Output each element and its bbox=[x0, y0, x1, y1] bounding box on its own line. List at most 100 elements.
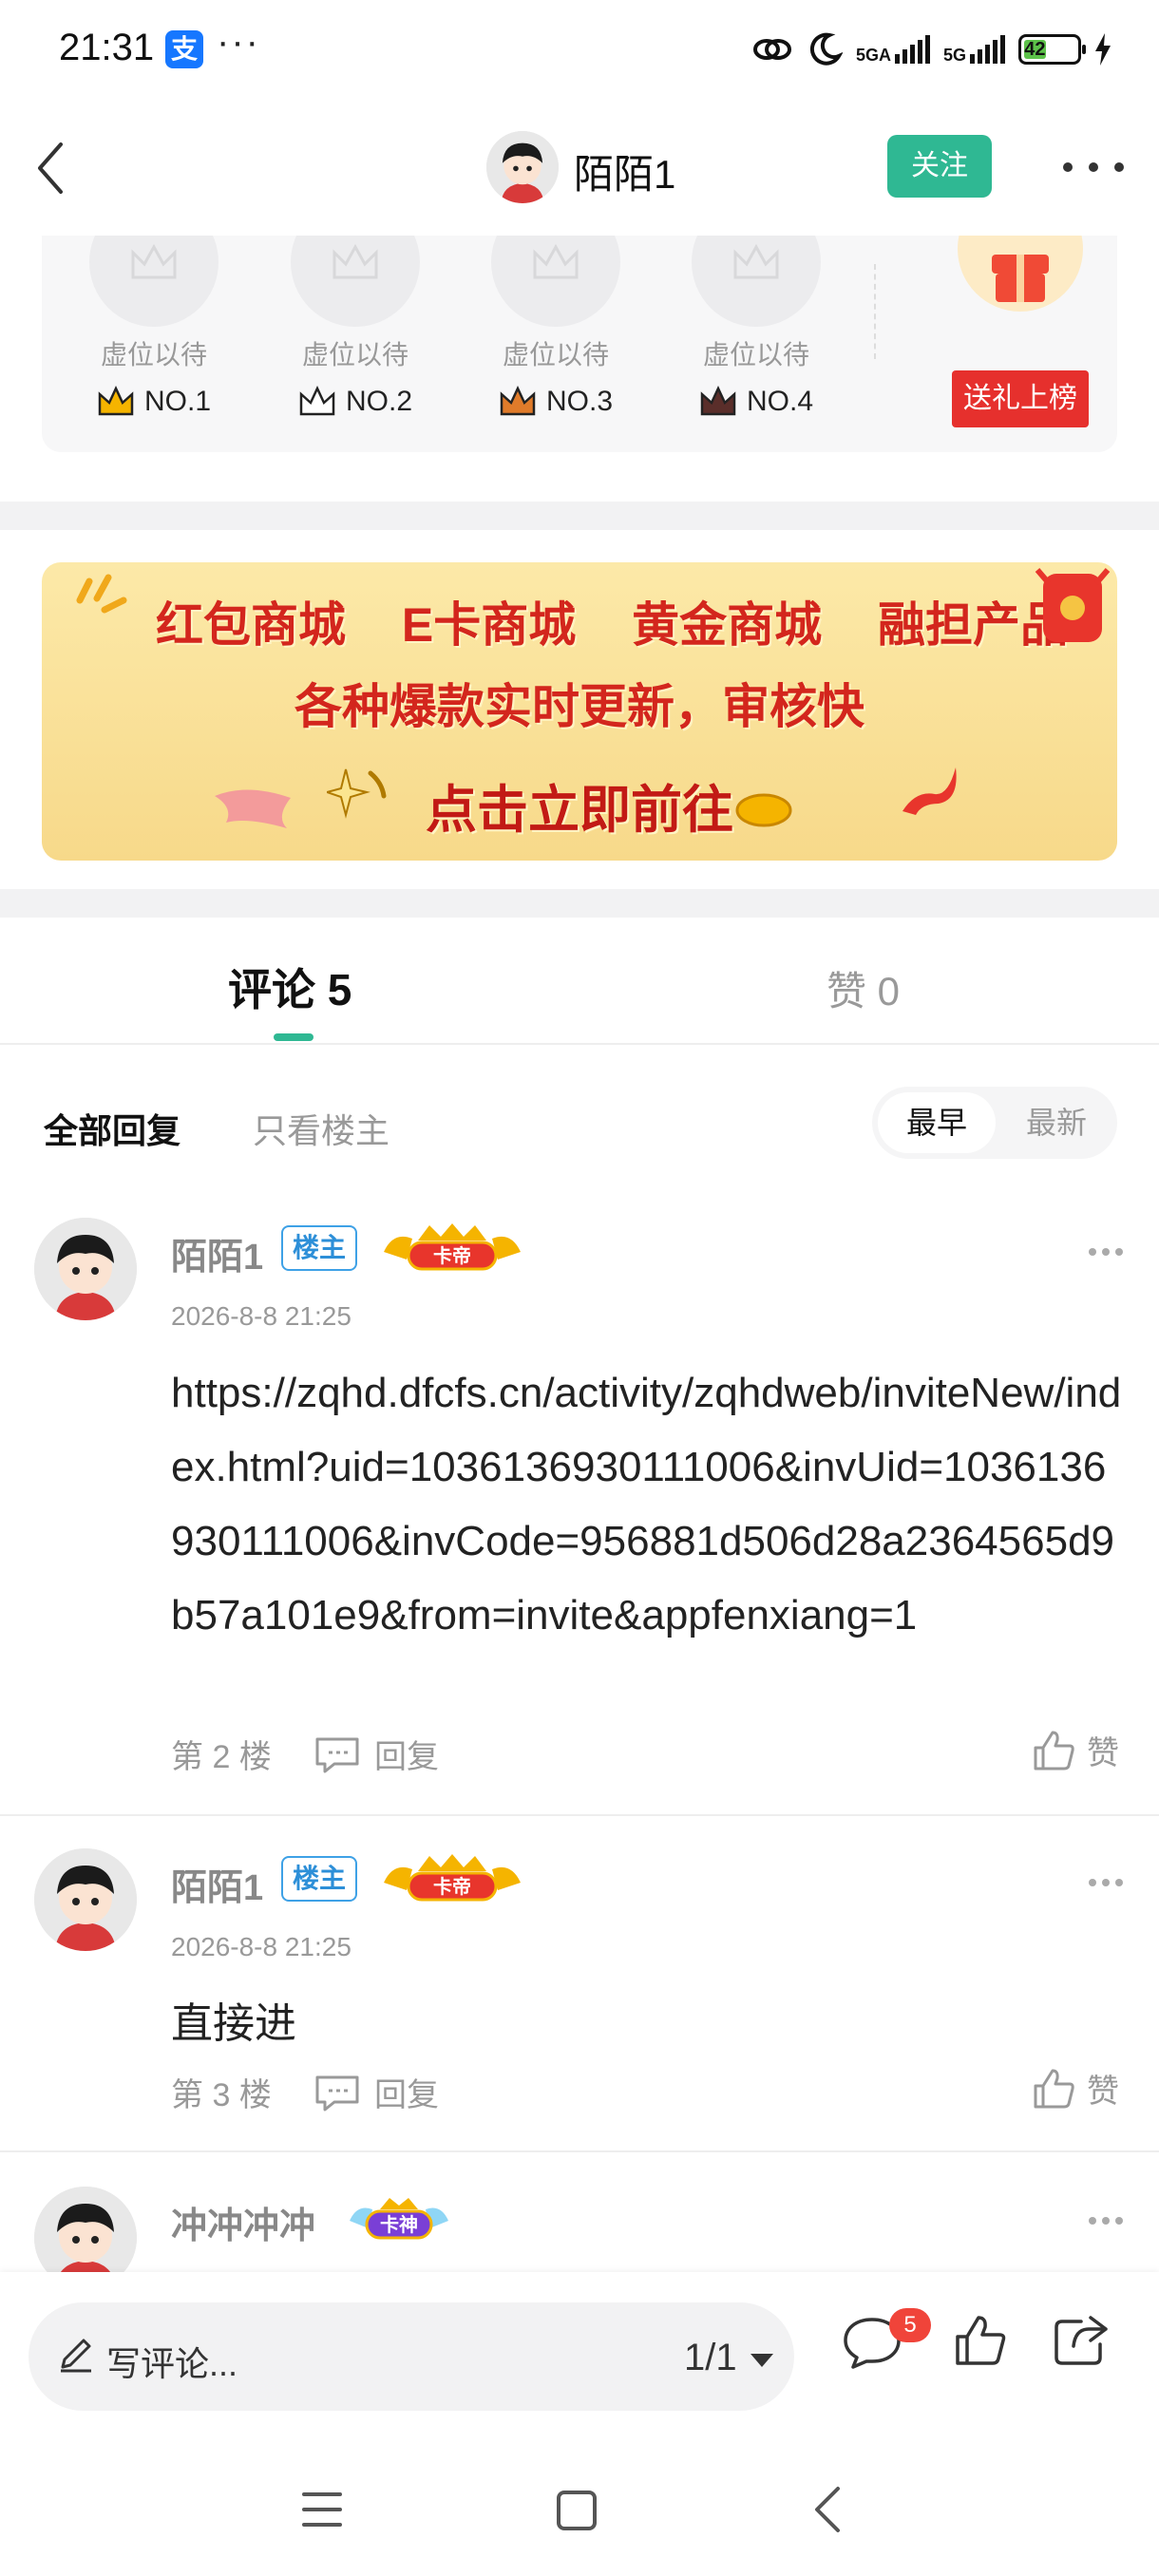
like-label: 赞 bbox=[1087, 2074, 1119, 2110]
filter-all-replies[interactable]: 全部回复 bbox=[44, 1104, 180, 1153]
rank-number: NO.4 bbox=[663, 386, 849, 418]
gift-rank-button[interactable]: 送礼上榜 bbox=[952, 370, 1089, 427]
commenter-avatar[interactable] bbox=[34, 2187, 137, 2272]
more-options-icon[interactable] bbox=[1060, 160, 1127, 175]
avatar-illustration bbox=[34, 1848, 137, 1951]
status-indicators: 5GA 5G 42 bbox=[751, 27, 1112, 72]
level-badge: 卡神 bbox=[346, 2190, 452, 2248]
top-app-bar: 陌陌1 关注 bbox=[0, 114, 1159, 222]
comment-like-tabs: 评论 5 赞 0 bbox=[0, 918, 1159, 1045]
reply-button[interactable]: 回复 bbox=[314, 2069, 439, 2115]
rank-slot-2[interactable]: 虚位以待 NO.2 bbox=[262, 236, 420, 452]
sort-earliest-button[interactable]: 最早 bbox=[878, 1092, 996, 1153]
promo-banner[interactable]: 红包商城 E卡商城 黄金商城 融担产品 各种爆款实时更新，审核快 点击立即前往 bbox=[42, 562, 1117, 861]
sort-toggle: 最早 最新 bbox=[872, 1087, 1117, 1159]
avatar-illustration bbox=[34, 1218, 137, 1320]
level-badge: 卡帝 bbox=[380, 1222, 524, 1279]
level-badge: 卡帝 bbox=[380, 1852, 524, 1910]
commenter-name[interactable]: 冲冲冲冲 bbox=[171, 2196, 315, 2248]
rank-slot-1[interactable]: 虚位以待 NO.1 bbox=[61, 236, 218, 452]
commenter-avatar[interactable] bbox=[34, 1848, 137, 1951]
share-icon[interactable] bbox=[1053, 2314, 1110, 2367]
active-tab-indicator bbox=[274, 1033, 314, 1041]
comment-more-icon[interactable] bbox=[1087, 1246, 1125, 1258]
rank-empty-avatar bbox=[491, 236, 620, 327]
like-button[interactable]: 赞 bbox=[1032, 2065, 1119, 2112]
follow-button[interactable]: 关注 bbox=[887, 135, 992, 198]
tab-comments[interactable]: 评论 5 bbox=[228, 956, 352, 1018]
rank-number: NO.3 bbox=[463, 386, 649, 418]
network-type-1: 5GA bbox=[855, 46, 891, 65]
like-button[interactable]: 赞 bbox=[1032, 1727, 1119, 1773]
kashen-badge-icon: 卡神 bbox=[350, 2198, 448, 2240]
rank-slot-4[interactable]: 虚位以待 NO.4 bbox=[663, 236, 821, 452]
rank-empty-avatar bbox=[89, 236, 218, 327]
rank-number-text: NO.4 bbox=[746, 386, 814, 417]
owner-tag: 楼主 bbox=[281, 1225, 358, 1271]
write-comment-input[interactable]: 写评论... 1/1 bbox=[28, 2302, 794, 2411]
reply-label: 回复 bbox=[374, 2077, 439, 2113]
menu-icon[interactable] bbox=[300, 2489, 344, 2530]
commenter-name[interactable]: 陌陌1 bbox=[171, 1227, 263, 1279]
rank-empty-avatar bbox=[291, 236, 420, 327]
rank-placeholder-label: 虚位以待 bbox=[702, 340, 809, 369]
sort-latest-button[interactable]: 最新 bbox=[1001, 1092, 1112, 1153]
section-divider bbox=[0, 502, 1159, 530]
comment-more-icon[interactable] bbox=[1087, 2215, 1125, 2226]
crown-outline-icon bbox=[332, 243, 378, 279]
silver-crown-icon bbox=[299, 386, 335, 416]
gift-ranking-card: 虚位以待 NO.1 虚位以待 NO.2 虚位以待 NO.3 虚位以待 NO.4 … bbox=[42, 236, 1117, 452]
commenter-name[interactable]: 陌陌1 bbox=[171, 1858, 263, 1910]
badge-text: 卡帝 bbox=[433, 1875, 471, 1898]
thumbs-up-icon[interactable] bbox=[954, 2314, 1007, 2367]
comment-separator bbox=[0, 2150, 1159, 2152]
rank-placeholder-label: 虚位以待 bbox=[301, 340, 408, 369]
comment-item: 陌陌1 楼主 卡帝 2026-8-8 21:25 直接进 第 3 楼 回复 赞 bbox=[0, 1848, 1159, 2152]
pencil-icon bbox=[61, 2339, 91, 2373]
author-avatar[interactable] bbox=[486, 131, 559, 203]
moon-icon bbox=[809, 32, 843, 66]
page-indicator[interactable]: 1/1 bbox=[684, 2337, 737, 2379]
comment-text[interactable]: 直接进 bbox=[171, 1987, 1127, 2061]
tab-likes[interactable]: 赞 0 bbox=[826, 959, 900, 1017]
back-nav-icon[interactable] bbox=[809, 2485, 847, 2534]
battery-icon: 42 bbox=[1018, 34, 1086, 65]
comment-time: 2026-8-8 21:25 bbox=[171, 1301, 352, 1331]
owner-tag: 楼主 bbox=[281, 1856, 358, 1902]
author-name[interactable]: 陌陌1 bbox=[574, 142, 675, 200]
comment-text[interactable]: https://zqhd.dfcfs.cn/activity/zqhdweb/i… bbox=[171, 1356, 1127, 1653]
reply-button[interactable]: 回复 bbox=[314, 1731, 439, 1777]
signal-icon-2 bbox=[970, 35, 1005, 64]
filter-owner-only[interactable]: 只看楼主 bbox=[253, 1104, 390, 1153]
banner-categories: 红包商城 E卡商城 黄金商城 融担产品 bbox=[156, 587, 1068, 655]
banner-subtitle: 各种爆款实时更新，审核快 bbox=[294, 680, 864, 733]
crown-outline-icon bbox=[131, 243, 177, 279]
back-arrow-icon[interactable] bbox=[25, 135, 82, 201]
caret-down-icon[interactable] bbox=[749, 2352, 775, 2369]
status-time: 21:31 bbox=[59, 27, 155, 68]
banner-item-gold: 黄金商城 bbox=[632, 598, 823, 652]
home-icon[interactable] bbox=[555, 2489, 598, 2532]
red-ribbon-deco-icon bbox=[902, 767, 957, 815]
gift-icon-circle[interactable] bbox=[958, 236, 1083, 312]
rank-divider bbox=[874, 264, 876, 359]
banner-item-hongbao: 红包商城 bbox=[156, 598, 346, 652]
rank-number-text: NO.2 bbox=[345, 386, 413, 417]
crown-outline-icon bbox=[733, 243, 779, 279]
comment-time: 2026-8-8 21:25 bbox=[171, 1932, 352, 1961]
thumbs-up-icon bbox=[1034, 1731, 1074, 1770]
comment-more-icon[interactable] bbox=[1087, 1877, 1125, 1888]
system-navigation-bar bbox=[0, 2447, 1159, 2576]
charging-icon bbox=[1095, 33, 1111, 66]
rank-number-text: NO.1 bbox=[143, 386, 212, 417]
signal-icon-1 bbox=[894, 35, 930, 64]
rank-empty-avatar bbox=[692, 236, 821, 327]
commenter-avatar[interactable] bbox=[34, 1218, 137, 1320]
thumbs-up-icon bbox=[1034, 2069, 1074, 2108]
gift-icon bbox=[992, 255, 1049, 302]
avatar-illustration bbox=[486, 131, 559, 203]
reply-icon bbox=[315, 1737, 359, 1772]
link-icon bbox=[752, 39, 791, 60]
like-label: 赞 bbox=[1087, 1735, 1119, 1771]
rank-slot-3[interactable]: 虚位以待 NO.3 bbox=[463, 236, 620, 452]
